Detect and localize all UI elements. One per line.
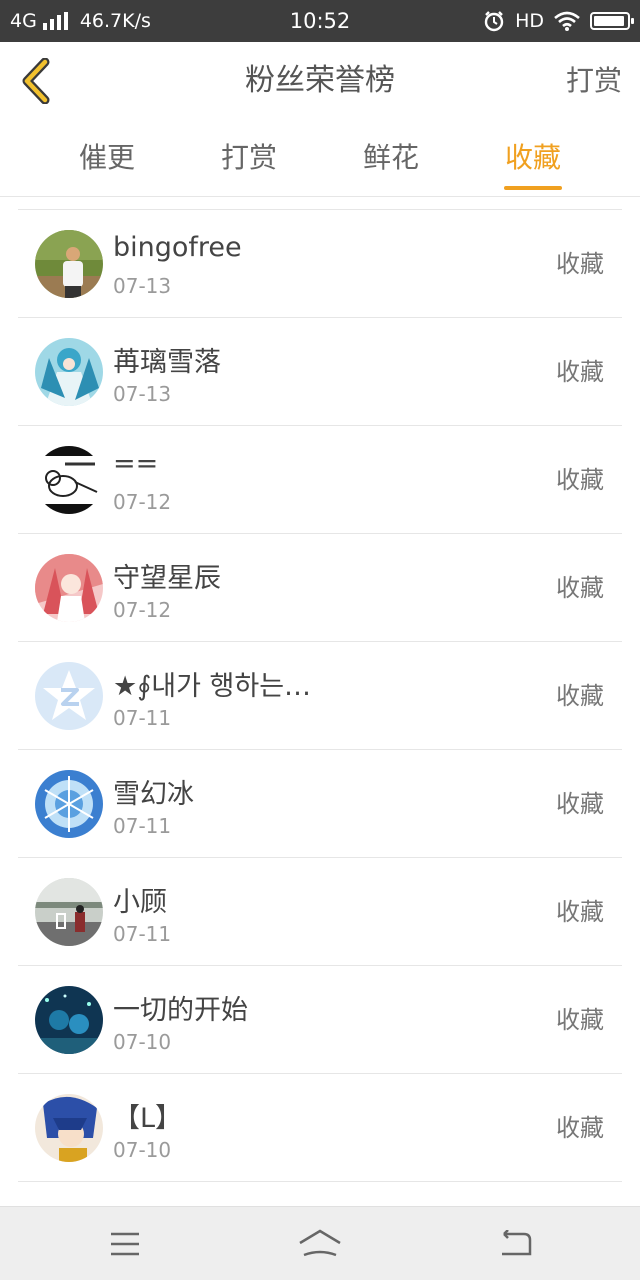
action-label: 收藏 bbox=[556, 466, 604, 494]
avatar bbox=[35, 230, 103, 298]
back-button[interactable] bbox=[14, 56, 58, 106]
back-nav-button[interactable] bbox=[485, 1217, 545, 1271]
list-item[interactable]: 一切的开始 07-10 收藏 bbox=[18, 966, 622, 1074]
action-label: 收藏 bbox=[556, 358, 604, 386]
avatar bbox=[35, 662, 103, 730]
action-label: 收藏 bbox=[556, 574, 604, 602]
user-name: 守望星辰 bbox=[113, 563, 221, 594]
avatar bbox=[35, 986, 103, 1054]
user-name: 【L】 bbox=[113, 1103, 183, 1134]
avatar bbox=[35, 338, 103, 406]
user-name: == bbox=[113, 448, 159, 479]
list-item[interactable]: bingofree 07-13 收藏 bbox=[18, 210, 622, 318]
status-right: HD bbox=[483, 0, 634, 42]
chevron-left-icon bbox=[22, 58, 50, 104]
avatar bbox=[35, 446, 103, 514]
anime-blue-icon bbox=[35, 338, 103, 406]
user-date: 07-13 bbox=[113, 274, 172, 298]
user-date: 07-11 bbox=[113, 706, 172, 730]
user-date: 07-11 bbox=[113, 922, 172, 946]
screen: 4G 46.7K/s 10:52 HD 粉丝荣誉榜 打赏 催更 打赏 鲜花 收藏… bbox=[0, 0, 640, 1280]
user-name: 小顾 bbox=[113, 887, 167, 918]
header: 粉丝荣誉榜 打赏 bbox=[0, 42, 640, 121]
list-item[interactable]: 雪幻冰 07-11 收藏 bbox=[18, 750, 622, 858]
alarm-icon bbox=[484, 11, 504, 32]
tab-favorites[interactable]: 收藏 bbox=[462, 120, 604, 196]
reward-button[interactable]: 打赏 bbox=[566, 42, 622, 120]
battery-icon bbox=[590, 12, 634, 30]
tab-urge[interactable]: 催更 bbox=[36, 120, 178, 196]
user-date: 07-11 bbox=[113, 814, 172, 838]
page-title: 粉丝荣誉榜 bbox=[245, 63, 395, 98]
list-item[interactable]: ★∮내가 행하는… 07-11 收藏 bbox=[18, 642, 622, 750]
anime-boy-icon bbox=[35, 1094, 103, 1162]
tab-bar: 催更 打赏 鲜花 收藏 bbox=[0, 120, 640, 197]
qq-default-icon bbox=[35, 662, 103, 730]
hd-label: HD bbox=[515, 10, 544, 32]
user-name: bingofree bbox=[113, 232, 242, 263]
user-name: 雪幻冰 bbox=[113, 779, 194, 810]
user-date: 07-10 bbox=[113, 1030, 172, 1054]
list-item[interactable]: 守望星辰 07-12 收藏 bbox=[18, 534, 622, 642]
list-item[interactable]: == 07-12 收藏 bbox=[18, 426, 622, 534]
system-nav-bar bbox=[0, 1206, 640, 1280]
action-label: 收藏 bbox=[556, 1006, 604, 1034]
sketch-icon bbox=[35, 446, 103, 514]
avatar bbox=[35, 878, 103, 946]
action-label: 收藏 bbox=[556, 790, 604, 818]
menu-icon bbox=[111, 1232, 139, 1256]
avatar bbox=[35, 770, 103, 838]
status-bar: 4G 46.7K/s 10:52 HD bbox=[0, 0, 640, 42]
tab-active-indicator bbox=[504, 186, 562, 190]
list-item[interactable]: 小顾 07-11 收藏 bbox=[18, 858, 622, 966]
user-name: ★∮내가 행하는… bbox=[113, 671, 312, 702]
user-name: 苒璃雪落 bbox=[113, 347, 221, 378]
list-item[interactable]: 苒璃雪落 07-13 收藏 bbox=[18, 318, 622, 426]
fan-list: bingofree 07-13 收藏 苒璃雪落 07-13 收藏 == 07-1… bbox=[18, 209, 622, 1182]
action-label: 收藏 bbox=[556, 1114, 604, 1142]
avatar bbox=[35, 554, 103, 622]
user-name: 一切的开始 bbox=[113, 995, 248, 1026]
wifi-icon bbox=[554, 11, 580, 31]
tab-favorites-label: 收藏 bbox=[504, 141, 561, 174]
home-button[interactable] bbox=[290, 1217, 350, 1271]
anime-night-icon bbox=[35, 986, 103, 1054]
tab-reward[interactable]: 打赏 bbox=[178, 120, 320, 196]
tab-flowers[interactable]: 鲜花 bbox=[320, 120, 462, 196]
photo-man-icon bbox=[35, 230, 103, 298]
user-date: 07-12 bbox=[113, 490, 172, 514]
anime-pink-icon bbox=[35, 554, 103, 622]
home-icon bbox=[299, 1229, 341, 1257]
list-item[interactable]: 【L】 07-10 收藏 bbox=[18, 1074, 622, 1182]
user-date: 07-13 bbox=[113, 382, 172, 406]
action-label: 收藏 bbox=[556, 250, 604, 278]
action-label: 收藏 bbox=[556, 898, 604, 926]
back-icon bbox=[502, 1230, 532, 1256]
ice-blue-icon bbox=[35, 770, 103, 838]
user-date: 07-10 bbox=[113, 1138, 172, 1162]
avatar bbox=[35, 1094, 103, 1162]
action-label: 收藏 bbox=[556, 682, 604, 710]
user-date: 07-12 bbox=[113, 598, 172, 622]
battery-fill bbox=[594, 16, 624, 26]
menu-button[interactable] bbox=[95, 1217, 155, 1271]
lake-photo-icon bbox=[35, 878, 103, 946]
